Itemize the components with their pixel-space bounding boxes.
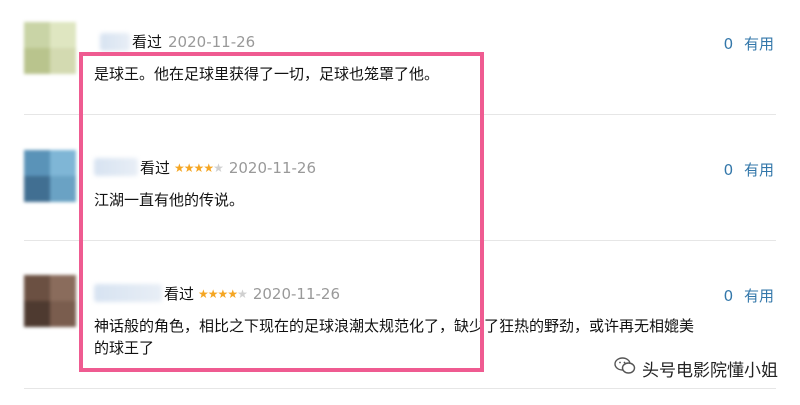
watch-status: 看过 [164,285,195,303]
wechat-icon [614,356,642,381]
comment-text-line: 神话般的角色，相比之下现在的足球浪潮太规范化了，缺少了狂热的野劲，或许再无相媲美 [94,317,695,335]
star-icon: ★ [227,286,238,301]
avatar[interactable] [24,150,76,202]
avatar-tile [50,22,76,48]
comment-meta: 看过 2020-11-26 [132,31,255,52]
comment-meta: 看过 ★★★★★ 2020-11-26 [164,283,340,304]
avatar-tile [50,301,76,327]
star-icon: ★ [198,286,209,301]
avatar[interactable] [24,22,76,74]
comment-date: 2020-11-26 [252,284,341,303]
comment-date: 2020-11-26 [168,32,256,51]
divider [24,388,776,389]
useful-button[interactable]: 有用 [744,161,774,179]
avatar[interactable] [24,275,76,327]
useful-count: 0 [723,161,734,179]
comment-text: 是球王。他在足球里获得了一切，足球也笼罩了他。 [94,65,440,83]
watch-status: 看过 [132,33,163,51]
star-icon: ★ [193,160,205,175]
comment-date: 2020-11-26 [228,158,317,177]
comment-meta: 看过 ★★★★★ 2020-11-26 [140,157,316,178]
star-icon: ★ [183,160,195,175]
watermark: 头号电影院懂小姐 [614,356,778,381]
username[interactable] [94,158,138,176]
username[interactable] [100,33,130,51]
comment-text: 神话般的角色，相比之下现在的足球浪潮太规范化了，缺少了狂热的野劲，或许再无相媲美… [94,315,694,359]
star-icon: ★ [207,286,219,301]
divider [24,114,776,115]
useful-vote[interactable]: 0 有用 [724,33,774,54]
watermark-text: 头号电影院懂小姐 [642,361,778,381]
rating-stars: ★★★★★ [174,160,224,175]
avatar-tile [24,275,50,301]
username[interactable] [94,284,162,302]
avatar-tile [24,176,50,202]
star-empty-icon: ★ [237,286,248,301]
star-icon: ★ [203,160,214,175]
star-icon: ★ [174,160,185,175]
watch-status: 看过 [140,159,171,177]
avatar-tile [50,275,76,301]
avatar-tile [24,48,50,74]
useful-count: 0 [723,35,734,53]
avatar-tile [50,48,76,74]
star-empty-icon: ★ [213,160,224,175]
useful-button[interactable]: 有用 [744,287,774,305]
useful-vote[interactable]: 0 有用 [724,285,774,306]
useful-button[interactable]: 有用 [744,35,774,53]
avatar-tile [24,301,50,327]
rating-stars: ★★★★★ [198,286,248,301]
avatar-tile [50,176,76,202]
avatar-tile [50,150,76,176]
avatar-tile [24,150,50,176]
divider [24,240,776,241]
useful-vote[interactable]: 0 有用 [724,159,774,180]
useful-count: 0 [723,287,734,305]
comment-text: 江湖一直有他的传说。 [94,191,245,209]
comment-text-line: 的球王了 [94,339,155,357]
star-icon: ★ [217,286,229,301]
avatar-tile [24,22,50,48]
